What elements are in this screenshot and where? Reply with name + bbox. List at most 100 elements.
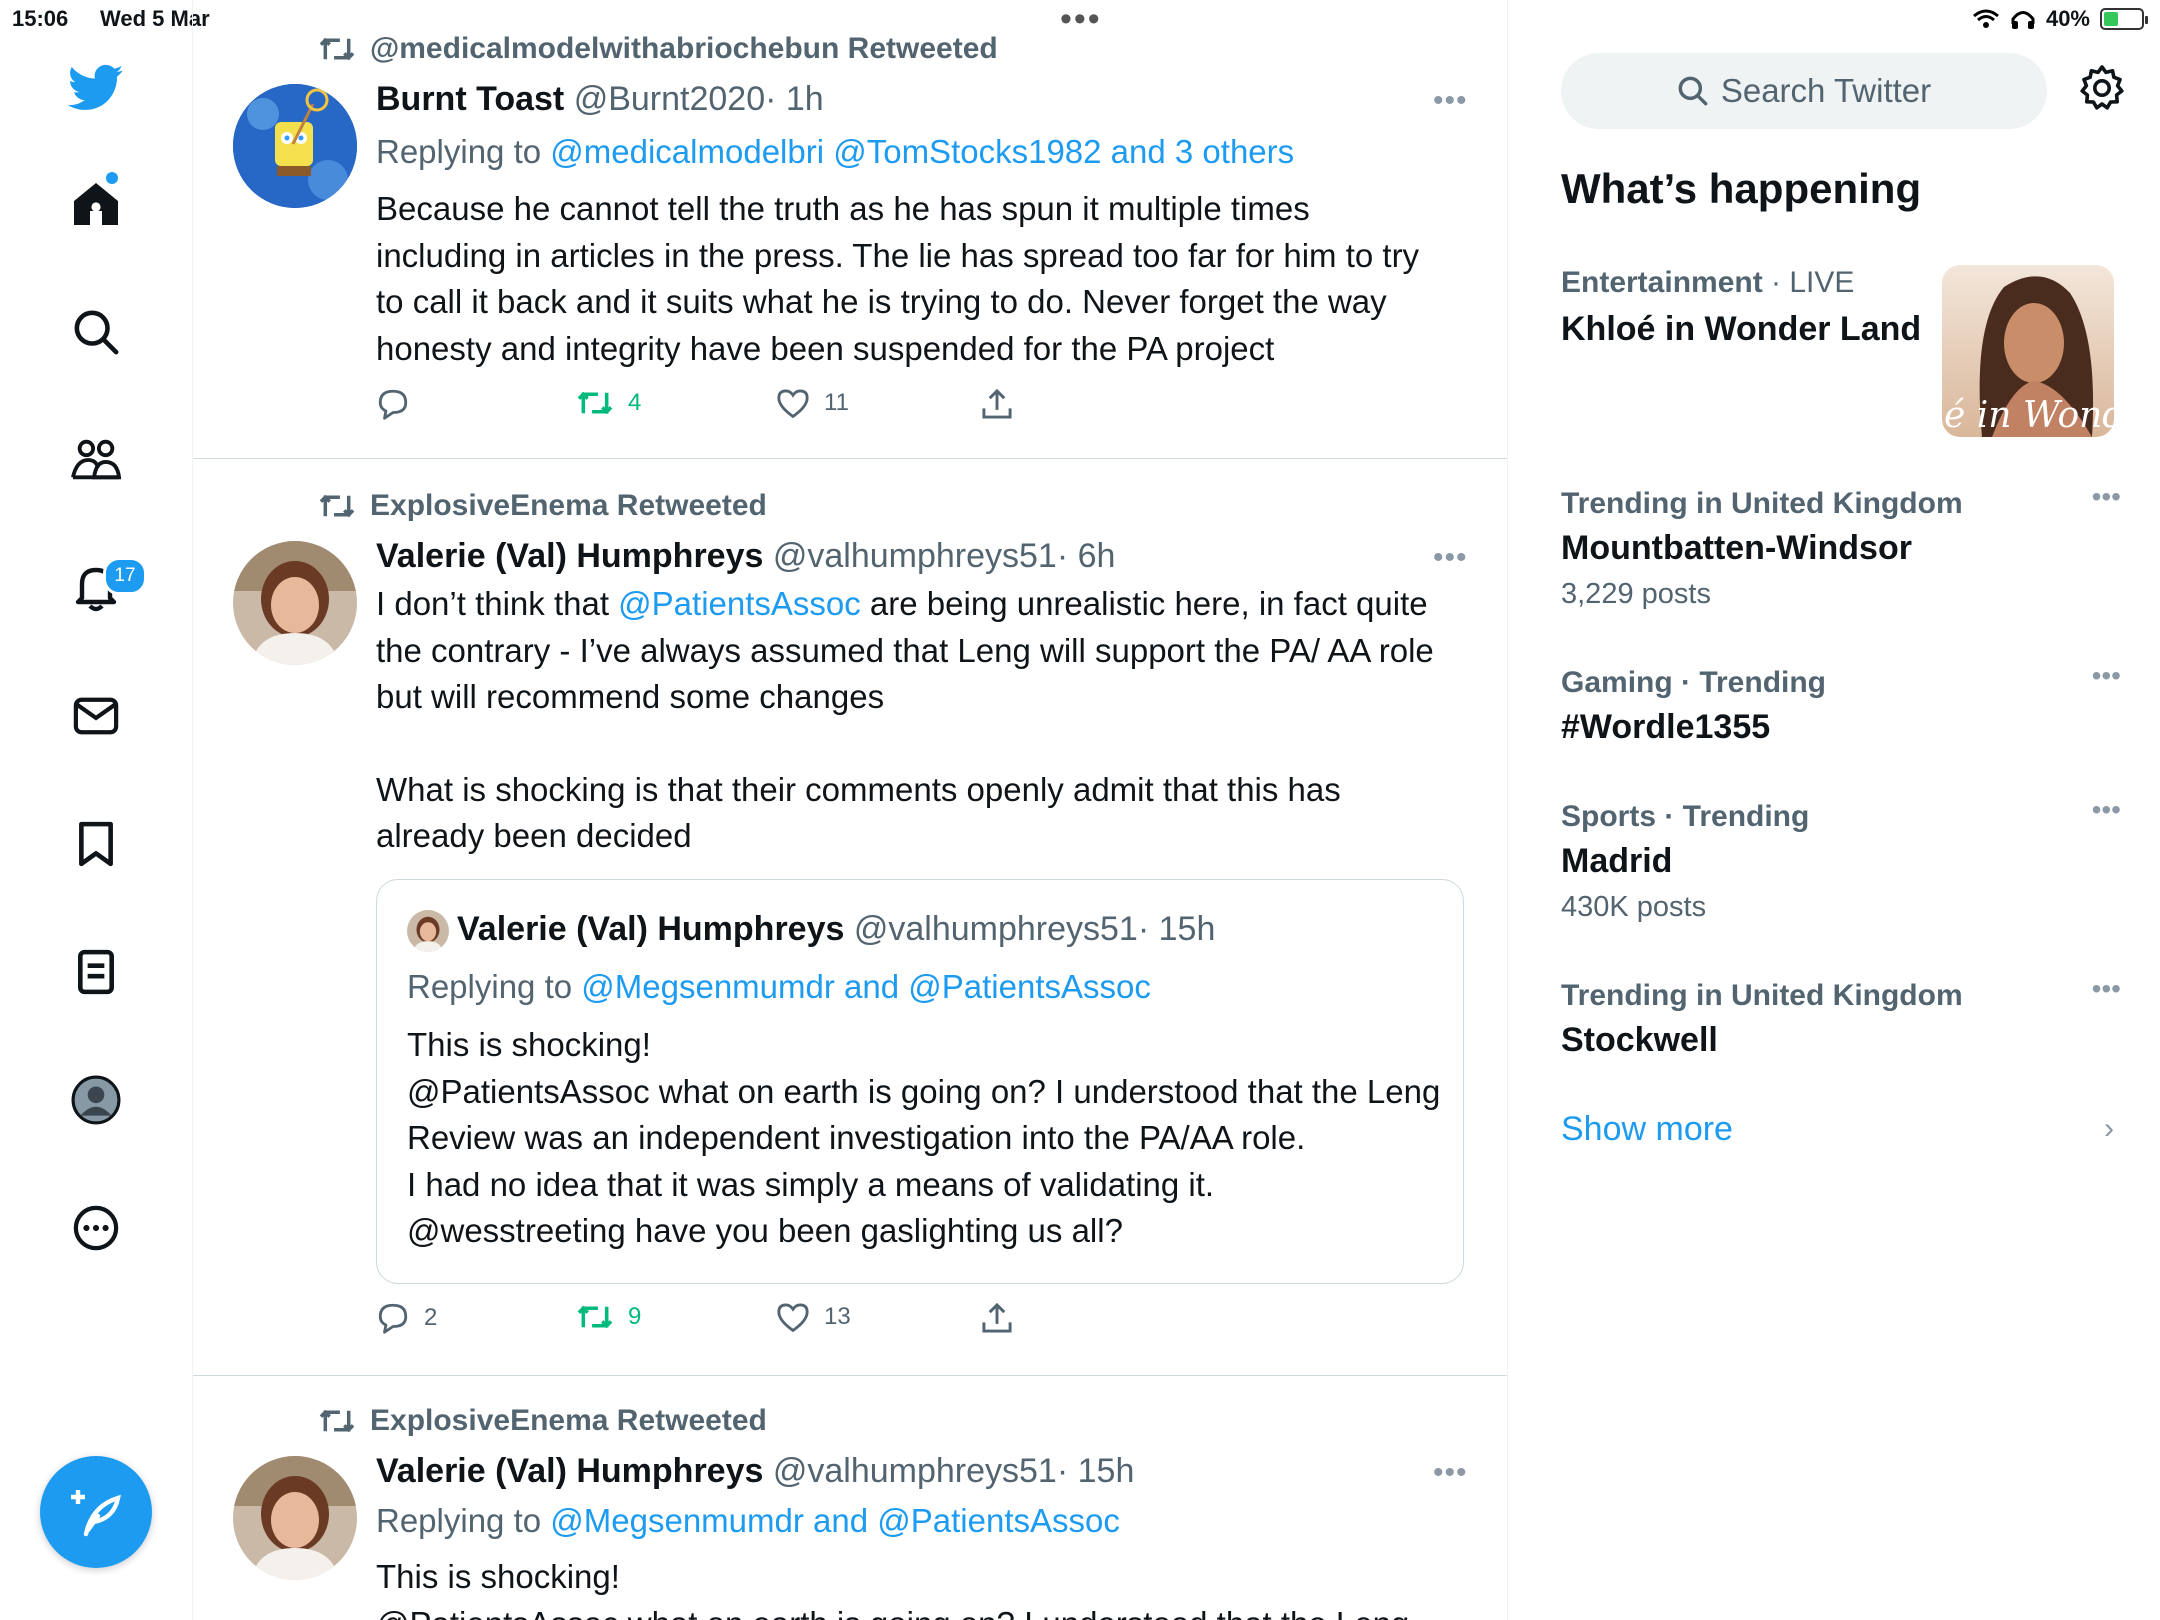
tweet-time[interactable]: · 1h [765, 80, 824, 118]
heart-icon [777, 1303, 809, 1332]
avatar[interactable] [233, 84, 357, 208]
tweet-text: Because he cannot tell the truth as he h… [376, 186, 1446, 372]
replying-to: Replying to @medicalmodelbri @TomStocks1… [376, 133, 1294, 171]
replying-mentions[interactable]: @Megsenmumdr and @PatientsAssoc [581, 968, 1151, 1005]
retweeted-by-text[interactable]: ExplosiveEnema Retweeted [370, 1404, 767, 1438]
tweet-time[interactable]: · 15h [1057, 1452, 1135, 1490]
messages-mail-icon[interactable] [64, 684, 128, 748]
tweet-card[interactable]: ExplosiveEnema Retweeted Valerie (Val) H… [193, 459, 1507, 1376]
tweet-text: This is shocking! @PatientsAssoc what on… [376, 1554, 1446, 1620]
twitter-logo-icon[interactable] [64, 56, 128, 120]
tweet-header: Burnt Toast @Burnt2020· 1h [376, 80, 824, 119]
communities-icon[interactable] [64, 428, 128, 492]
share-button[interactable] [981, 388, 1013, 420]
trend-topic: #Wordle1355 [1561, 708, 1771, 746]
share-icon [982, 388, 1012, 419]
like-count: 11 [824, 389, 849, 416]
like-count: 13 [824, 1303, 851, 1330]
reply-button[interactable]: 2 [376, 1302, 437, 1334]
tweet-card[interactable]: @medicalmodelwithabriochebun Retweeted B… [193, 0, 1507, 459]
bookmarks-icon[interactable] [64, 812, 128, 876]
trend-meta: Sports · Trending [1561, 800, 1810, 833]
tweet-time[interactable]: · 6h [1057, 537, 1116, 575]
tweet-actions: 2 9 13 [376, 1302, 1376, 1342]
trend-item[interactable]: Trending in United Kingdom Stockwell ••• [1561, 973, 2121, 1060]
quote-replying-to: Replying to @Megsenmumdr and @PatientsAs… [407, 968, 1151, 1006]
quote-author-handle: @valhumphreys51 [853, 910, 1138, 948]
whats-happening-heading: What’s happening [1561, 165, 1922, 212]
lists-icon[interactable] [64, 940, 128, 1004]
search-icon [1678, 76, 1708, 106]
tweet-text: I don’t think that @PatientsAssoc are be… [376, 581, 1446, 860]
trend-item[interactable]: Gaming · Trending #Wordle1355 ••• [1561, 660, 2121, 747]
profile-avatar-icon[interactable] [64, 1068, 128, 1132]
trend-count: 3,229 posts [1561, 578, 1711, 610]
show-more-link[interactable]: Show more [1561, 1110, 1733, 1149]
replying-mentions[interactable]: @Megsenmumdr and @PatientsAssoc [550, 1502, 1120, 1539]
trend-more-icon[interactable]: ••• [2092, 973, 2121, 1005]
like-button[interactable]: 11 [776, 388, 849, 418]
tweet-body-text: Because he cannot tell the truth as he h… [376, 190, 1420, 367]
share-button[interactable] [981, 1302, 1013, 1334]
quote-line: This is shocking! [407, 1026, 651, 1063]
featured-trend-image[interactable]: é in Wonder L [1942, 265, 2114, 437]
trend-more-icon[interactable]: ••• [2092, 481, 2121, 513]
trend-meta: Gaming · Trending [1561, 666, 1827, 699]
tweet-card[interactable]: ExplosiveEnema Retweeted Valerie (Val) H… [193, 1376, 1507, 1620]
tweet-more-icon[interactable]: ••• [1433, 541, 1468, 575]
mention-link[interactable]: @PatientsAssoc [618, 585, 861, 622]
author-name[interactable]: Valerie (Val) Humphreys [376, 537, 763, 575]
author-handle[interactable]: @Burnt2020 [574, 80, 765, 118]
featured-live: · LIVE [1771, 266, 1855, 299]
tweet-body-paragraph: What is shocking is that their comments … [376, 770, 1341, 855]
right-sidebar: Search Twitter What’s happening Entertai… [1508, 0, 2160, 1620]
trend-more-icon[interactable]: ••• [2092, 794, 2121, 826]
avatar[interactable] [233, 541, 357, 665]
quote-line: @wesstreeting have you been gaslighting … [407, 1212, 1123, 1249]
compose-tweet-button[interactable] [40, 1456, 152, 1568]
timeline[interactable]: @medicalmodelwithabriochebun Retweeted B… [193, 0, 1508, 1620]
like-button[interactable]: 13 [776, 1302, 851, 1332]
author-handle[interactable]: @valhumphreys51 [773, 1452, 1057, 1490]
replying-mentions[interactable]: @medicalmodelbri @TomStocks1982 and 3 ot… [550, 133, 1294, 170]
replying-prefix: Replying to [407, 968, 573, 1005]
avatar[interactable] [233, 1456, 357, 1580]
trend-item[interactable]: Trending in United Kingdom Mountbatten-W… [1561, 481, 2121, 611]
retweet-small-icon [319, 37, 355, 61]
quote-header: Valerie (Val) Humphreys @valhumphreys51·… [457, 910, 1215, 949]
chevron-right-icon: › [2104, 1112, 2114, 1145]
notifications-badge: 17 [103, 557, 147, 595]
tweet-body-paragraph: This is shocking! [376, 1558, 620, 1595]
reply-icon [378, 389, 408, 420]
trend-item[interactable]: Sports · Trending Madrid 430K posts ••• [1561, 794, 2121, 924]
replying-prefix: Replying to [376, 133, 542, 170]
trend-more-icon[interactable]: ••• [2092, 660, 2121, 692]
reply-button[interactable] [376, 388, 410, 420]
explore-search-icon[interactable] [64, 300, 128, 364]
quote-author-name: Valerie (Val) Humphreys [457, 910, 845, 948]
home-icon[interactable] [64, 172, 128, 236]
settings-gear-icon[interactable] [2078, 64, 2130, 116]
author-name[interactable]: Valerie (Val) Humphreys [376, 1452, 763, 1490]
tweet-header: Valerie (Val) Humphreys @valhumphreys51·… [376, 537, 1115, 576]
retweet-button[interactable]: 9 [576, 1302, 641, 1332]
author-handle[interactable]: @valhumphreys51 [773, 537, 1057, 575]
reply-count: 2 [424, 1304, 438, 1331]
search-twitter-field[interactable]: Search Twitter [1561, 53, 2047, 129]
retweeted-by-text[interactable]: ExplosiveEnema Retweeted [370, 489, 767, 523]
tweet-text-part: I don’t think that [376, 585, 619, 622]
quoted-tweet[interactable]: Valerie (Val) Humphreys @valhumphreys51·… [376, 879, 1464, 1284]
retweeted-by-text[interactable]: @medicalmodelwithabriochebun Retweeted [370, 32, 998, 66]
quote-text: This is shocking! @PatientsAssoc what on… [407, 1022, 1447, 1255]
reply-icon [378, 1303, 408, 1334]
trend-meta: Trending in United Kingdom [1561, 487, 1963, 520]
heart-icon [777, 389, 809, 418]
tweet-more-icon[interactable]: ••• [1433, 84, 1468, 118]
quote-line: I had no idea that it was simply a means… [407, 1165, 1215, 1203]
quote-avatar [407, 910, 449, 952]
retweet-button[interactable]: 4 [576, 388, 641, 418]
more-options-icon[interactable] [64, 1196, 128, 1260]
author-name[interactable]: Burnt Toast [376, 80, 564, 118]
tweet-more-icon[interactable]: ••• [1433, 1456, 1468, 1490]
replying-to: Replying to @Megsenmumdr and @PatientsAs… [376, 1502, 1120, 1540]
